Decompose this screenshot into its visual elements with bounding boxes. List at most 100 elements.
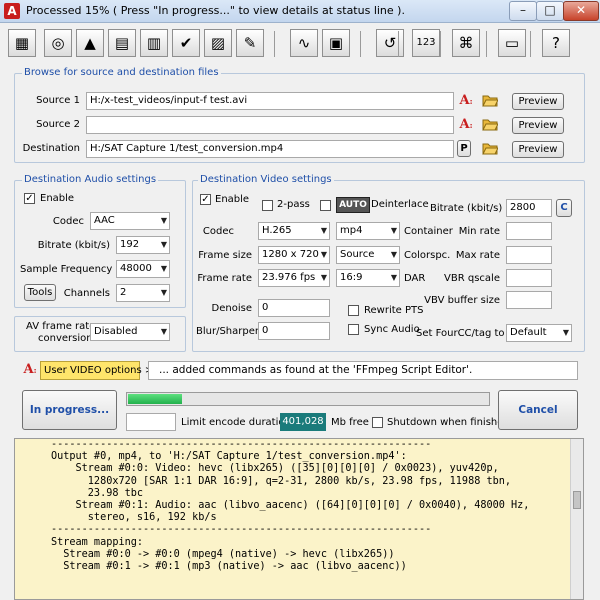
audio-bitrate-select[interactable]: 192 ▼ [116, 236, 170, 254]
chevron-down-icon: ▼ [160, 264, 167, 273]
source1-input[interactable]: H:/x-test_videos/input-f test.avi [86, 92, 454, 110]
vbr-qscale-input[interactable] [506, 269, 552, 287]
shutdown-checkbox[interactable] [372, 417, 383, 428]
waveform-icon[interactable]: ∿ [290, 29, 318, 57]
maxrate-input[interactable] [506, 246, 552, 264]
text-font-icon[interactable]: A: [22, 362, 38, 378]
video-enable-checkbox[interactable]: ✓ [200, 194, 211, 205]
folder-open-icon[interactable] [482, 93, 499, 110]
minrate-label: Min rate [458, 226, 500, 237]
calculator-icon[interactable]: 123 [412, 29, 440, 57]
twopass-checkbox[interactable] [262, 200, 273, 211]
preview-button-2[interactable]: Preview [512, 117, 564, 134]
channels-select[interactable]: 2 ▼ [116, 284, 170, 302]
log-output[interactable]: ----------------------------------------… [14, 438, 584, 600]
limit-duration-input[interactable] [126, 413, 176, 431]
tools-button[interactable]: Tools [24, 284, 56, 301]
cancel-button[interactable]: Cancel [498, 390, 578, 430]
toolbar-separator [486, 31, 487, 57]
container-label: Container [404, 226, 453, 237]
in-progress-button[interactable]: In progress... [22, 390, 117, 430]
dar-label: DAR [404, 273, 426, 284]
settings-window-icon[interactable]: ▦ [8, 29, 36, 57]
deinterlace-label: Deinterlace [371, 199, 429, 210]
chevron-down-icon: ▼ [320, 273, 327, 282]
sync-audio-checkbox[interactable] [348, 324, 359, 335]
video-heading: Destination Video settings [198, 174, 334, 185]
source1-label: Source 1 [36, 95, 80, 106]
toolbar-separator [274, 31, 275, 57]
p-button[interactable]: P [457, 140, 471, 157]
back-arrow-icon[interactable]: ↺ [376, 29, 404, 57]
log-scrollbar[interactable] [570, 439, 583, 599]
audio-codec-label: Codec [52, 216, 84, 227]
progress-bar [126, 392, 490, 406]
avframe-select[interactable]: Disabled ▼ [90, 323, 170, 341]
audio-enable-label: Enable [40, 193, 75, 204]
toolbar-separator [398, 31, 399, 57]
minrate-input[interactable] [506, 222, 552, 240]
audio-codec-select[interactable]: AAC ▼ [90, 212, 170, 230]
container-select[interactable]: mp4 ▼ [336, 222, 400, 240]
folder-open-icon[interactable] [482, 141, 499, 158]
preview-button-1[interactable]: Preview [512, 93, 564, 110]
toolbar-separator [530, 31, 531, 57]
framerate-select[interactable]: 23.976 fps ▼ [258, 269, 330, 287]
notepad-icon[interactable]: ✎ [236, 29, 264, 57]
minimize-button[interactable]: – [509, 1, 537, 21]
sample-frequency-select[interactable]: 48000 ▼ [116, 260, 170, 278]
user-options-input[interactable]: ... added commands as found at the 'FFmp… [148, 361, 578, 380]
video-bitrate-input[interactable]: 2800 [506, 199, 552, 217]
framesize-select[interactable]: 1280 x 720 ▼ [258, 246, 330, 264]
blur-sharpen-input[interactable]: 0 [258, 322, 330, 340]
maxrate-label: Max rate [455, 250, 500, 261]
film-strip-icon[interactable]: ▤ [108, 29, 136, 57]
disc-refresh-icon[interactable]: ◎ [44, 29, 72, 57]
maximize-button[interactable]: □ [536, 1, 564, 21]
deinterlace-checkbox[interactable] [320, 200, 331, 211]
monitor-icon[interactable]: ▭ [498, 29, 526, 57]
chevron-down-icon: ▼ [562, 328, 569, 337]
close-button[interactable]: ✕ [563, 1, 599, 21]
folder-open-icon[interactable] [482, 117, 499, 134]
network-icon[interactable]: ⌘ [452, 29, 480, 57]
framerate-label: Frame rate [197, 273, 252, 284]
scrollbar-thumb[interactable] [573, 491, 581, 509]
text-font-icon[interactable]: A: [458, 93, 474, 109]
c-button[interactable]: C [556, 199, 572, 217]
preview-button-3[interactable]: Preview [512, 141, 564, 158]
video-codec-select[interactable]: H.265 ▼ [258, 222, 330, 240]
vbv-buffer-input[interactable] [506, 291, 552, 309]
palette-icon[interactable]: ▲ [76, 29, 104, 57]
film-storyboard-icon[interactable]: ▥ [140, 29, 168, 57]
film-edit-icon[interactable]: ▣ [322, 29, 350, 57]
user-video-options-button[interactable]: User VIDEO options > [40, 361, 153, 380]
denoise-input[interactable]: 0 [258, 299, 330, 317]
chevron-down-icon: ▼ [390, 226, 397, 235]
pattern-icon[interactable]: ▨ [204, 29, 232, 57]
twopass-label: 2-pass [277, 199, 310, 210]
progress-fill [128, 394, 182, 404]
auto-badge[interactable]: AUTO [336, 197, 370, 213]
film-check-icon[interactable]: ✔ [172, 29, 200, 57]
chevron-down-icon: ▼ [320, 226, 327, 235]
toolbar-separator [440, 31, 441, 57]
channels-label: Channels [63, 288, 110, 299]
text-font-icon[interactable]: A: [458, 117, 474, 133]
destination-input[interactable]: H:/SAT Capture 1/test_conversion.mp4 [86, 140, 454, 158]
log-text: ----------------------------------------… [51, 439, 530, 573]
chevron-down-icon: ▼ [390, 250, 397, 259]
blur-sharpen-label: Blur/Sharpen [196, 326, 262, 337]
fourcc-select[interactable]: Default ▼ [506, 324, 572, 342]
denoise-label: Denoise [211, 303, 252, 314]
vbr-qscale-label: VBR qscale [444, 273, 500, 284]
source2-input[interactable] [86, 116, 454, 134]
sync-audio-label: Sync Audio [364, 324, 420, 335]
help-icon[interactable]: ? [542, 29, 570, 57]
audio-enable-checkbox[interactable]: ✓ [24, 193, 35, 204]
colorspace-select[interactable]: Source ▼ [336, 246, 400, 264]
framesize-label: Frame size [198, 250, 252, 261]
dar-select[interactable]: 16:9 ▼ [336, 269, 400, 287]
chevron-down-icon: ▼ [160, 216, 167, 225]
rewrite-pts-checkbox[interactable] [348, 305, 359, 316]
